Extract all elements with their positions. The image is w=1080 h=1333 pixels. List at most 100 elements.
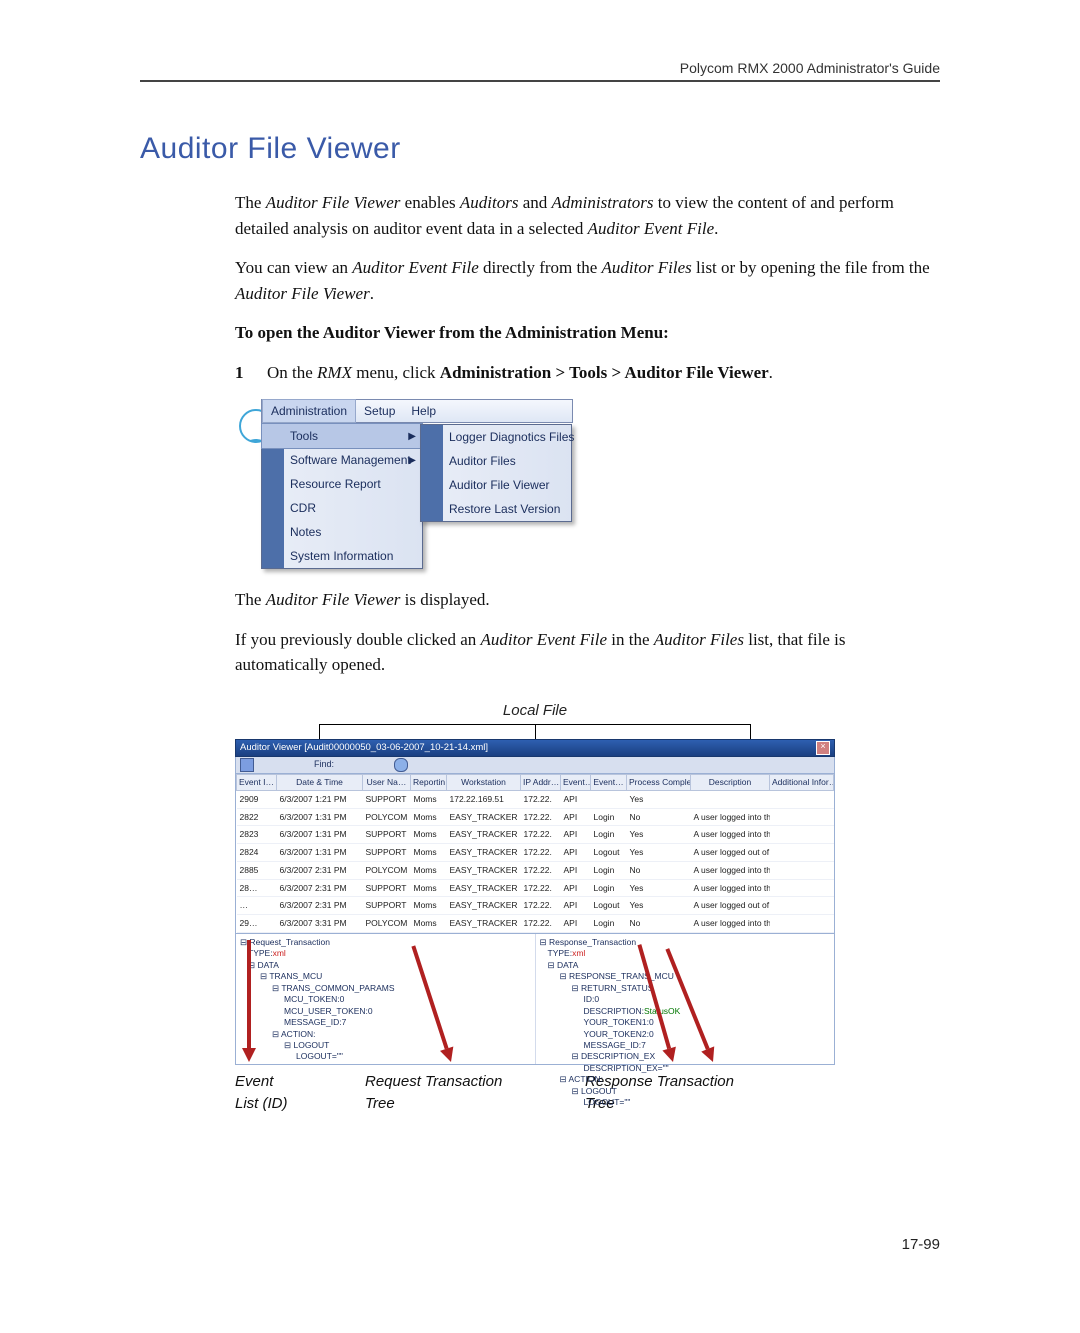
menu-setup[interactable]: Setup [356,400,403,422]
table-cell: API [561,790,591,808]
tree-node[interactable]: DESCRIPTION_EX="" [584,1063,831,1074]
table-row[interactable]: 28236/3/2007 1:31 PMSUPPORTMomsEASY_TRAC… [237,826,834,844]
table-cell: 6/3/2007 2:31 PM [277,879,363,897]
col-event2[interactable]: Event… [591,775,627,791]
table-cell: 6/3/2007 1:31 PM [277,844,363,862]
table-cell: API [561,879,591,897]
col-user[interactable]: User Na… [363,775,411,791]
table-cell: 28… [237,879,277,897]
tree-node[interactable]: ⊟ LOGOUT [572,1086,831,1097]
table-row[interactable]: 28…6/3/2007 2:31 PMSUPPORTMomsEASY_TRACK… [237,879,834,897]
menu-item-cdr[interactable]: CDR [262,496,422,520]
tree-node[interactable]: TYPE:xml [548,948,831,959]
table-cell: 2823 [237,826,277,844]
tree-node[interactable]: ⊟ TRANS_COMMON_PARAMS [272,983,531,994]
table-row[interactable]: 28856/3/2007 2:31 PMPOLYCOMMomsEASY_TRAC… [237,861,834,879]
table-cell [770,826,834,844]
table-cell: 2824 [237,844,277,862]
tree-node[interactable]: ⊟ DATA [548,960,831,971]
tree-node[interactable]: ⊟ DATA [248,960,531,971]
col-event-id[interactable]: Event I… [237,775,277,791]
callout-event-list: EventList (ID) [235,1071,365,1116]
menu-item-software-mgmt[interactable]: Software Management ▶ [262,448,422,472]
tree-node[interactable]: ⊟ Response_Transaction [540,937,831,948]
col-reporting[interactable]: Reportin… [411,775,447,791]
table-row[interactable]: 28226/3/2007 1:31 PMPOLYCOMMomsEASY_TRAC… [237,808,834,826]
grid-header-row[interactable]: Event I… Date & Time User Na… Reportin… … [237,775,834,791]
table-cell: Moms [411,897,447,915]
window-titlebar[interactable]: Auditor Viewer [Audit00000050_03-06-2007… [235,739,835,757]
table-cell [770,915,834,933]
col-workstation[interactable]: Workstation [447,775,521,791]
table-cell: 172.22. [521,861,561,879]
table-cell: No [627,861,691,879]
col-additional[interactable]: Additional Infor… [770,775,834,791]
tree-node[interactable]: LOGOUT="" [584,1097,831,1108]
table-cell: No [627,808,691,826]
table-row[interactable]: 29…6/3/2007 3:31 PMPOLYCOMMomsEASY_TRACK… [237,915,834,933]
menubar[interactable]: Administration Setup Help [261,399,573,423]
table-cell: SUPPORT [363,826,411,844]
procedure-lead-in: To open the Auditor Viewer from the Admi… [235,320,940,346]
tree-node[interactable]: ⊟ DESCRIPTION_EX [572,1051,831,1062]
tree-node[interactable]: MCU_TOKEN:0 [284,994,531,1005]
tree-node[interactable]: DESCRIPTION:StatusOK [584,1006,831,1017]
table-row[interactable]: …6/3/2007 2:31 PMSUPPORTMomsEASY_TRACKER… [237,897,834,915]
tree-node[interactable]: ⊟ ACTION: [272,1029,531,1040]
col-process[interactable]: Process Completed [627,775,691,791]
menu-item-tools[interactable]: Tools ▶ Logger Diagnotics Files Auditor … [261,423,423,449]
table-cell: Moms [411,861,447,879]
running-header: Polycom RMX 2000 Administrator's Guide [140,60,940,76]
menu-item-sysinfo[interactable]: System Information [262,544,422,568]
tools-submenu[interactable]: Logger Diagnotics Files Auditor Files Au… [420,424,572,522]
table-cell: A user logged out of the RMX. [691,897,770,915]
table-cell: API [561,808,591,826]
tree-node[interactable]: ⊟ ACTION: [560,1074,831,1085]
table-cell: POLYCOM [363,808,411,826]
table-cell: API [561,826,591,844]
tree-node[interactable]: MCU_USER_TOKEN:0 [284,1006,531,1017]
table-cell: EASY_TRACKER [447,844,521,862]
chevron-right-icon: ▶ [408,429,416,444]
tree-node[interactable]: ⊟ LOGOUT [284,1040,531,1051]
tree-node[interactable]: ID:0 [584,994,831,1005]
table-row[interactable]: 29096/3/2007 1:21 PMSUPPORTMoms172.22.16… [237,790,834,808]
table-cell: Login [591,915,627,933]
tree-node[interactable]: ⊟ TRANS_MCU [260,971,531,982]
table-row[interactable]: 28246/3/2007 1:31 PMSUPPORTMomsEASY_TRAC… [237,844,834,862]
tree-node[interactable]: MESSAGE_ID:7 [284,1017,531,1028]
table-cell: EASY_TRACKER [447,879,521,897]
menu-administration[interactable]: Administration [262,399,356,423]
menu-item-notes[interactable]: Notes [262,520,422,544]
table-cell: SUPPORT [363,897,411,915]
submenu-logger[interactable]: Logger Diagnotics Files [421,425,571,449]
menu-help[interactable]: Help [403,400,444,422]
submenu-auditor-viewer[interactable]: Auditor File Viewer [421,473,571,497]
table-cell: EASY_TRACKER [447,861,521,879]
tree-node[interactable]: ⊟ Request_Transaction [240,937,531,948]
admin-dropdown[interactable]: Tools ▶ Logger Diagnotics Files Auditor … [261,423,423,569]
table-cell: Moms [411,879,447,897]
table-cell: POLYCOM [363,915,411,933]
menu-item-resource-report[interactable]: Resource Report [262,472,422,496]
tree-node[interactable]: YOUR_TOKEN1:0 [584,1017,831,1028]
table-cell: No [627,915,691,933]
table-cell: Moms [411,808,447,826]
submenu-restore[interactable]: Restore Last Version [421,497,571,521]
col-event1[interactable]: Event… [561,775,591,791]
tree-node[interactable]: ⊟ RETURN_STATUS [572,983,831,994]
col-description[interactable]: Description [691,775,770,791]
request-tree[interactable]: ⊟ Request_Transaction TYPE:xml ⊟ DATA ⊟ … [236,934,536,1064]
tree-node[interactable]: TYPE:xml [248,948,531,959]
search-icon[interactable] [394,758,408,772]
tree-node[interactable]: LOGOUT="" [296,1051,531,1062]
event-grid[interactable]: Event I… Date & Time User Na… Reportin… … [235,774,835,934]
table-cell: Logout [591,844,627,862]
open-file-icon[interactable] [240,758,254,772]
submenu-auditor-files[interactable]: Auditor Files [421,449,571,473]
col-date-time[interactable]: Date & Time [277,775,363,791]
col-ip[interactable]: IP Addr… [521,775,561,791]
window-title: Auditor Viewer [Audit00000050_03-06-2007… [240,741,488,755]
close-icon[interactable]: × [816,741,830,755]
tree-node[interactable]: ⊟ RESPONSE_TRANS_MCU [560,971,831,982]
